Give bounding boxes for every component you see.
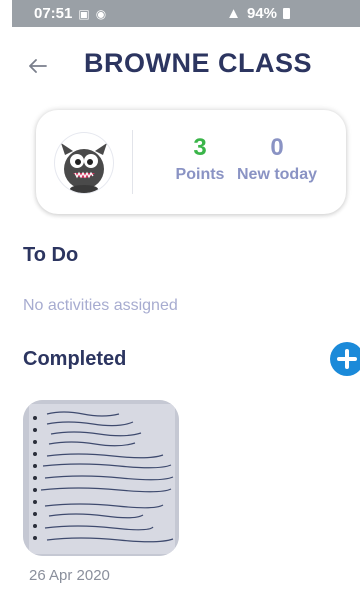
new-today-stat: 0 New today xyxy=(228,134,326,184)
new-today-value: 0 xyxy=(270,134,284,161)
completed-item-date: 26 Apr 2020 xyxy=(29,567,110,584)
status-bar: 07:51 ▣ ◉ ▲ 94% xyxy=(12,0,360,27)
gallery-icon: ▣ xyxy=(78,6,90,21)
page-title: BROWNE CLASS xyxy=(84,48,312,78)
new-today-label: New today xyxy=(236,166,317,183)
add-button[interactable] xyxy=(330,342,360,376)
notification-icon: ◉ xyxy=(95,6,107,21)
completed-heading: Completed xyxy=(23,348,127,370)
completed-activity-thumbnail[interactable] xyxy=(23,400,179,556)
student-summary-card: 3 Points 0 New today xyxy=(36,110,346,214)
battery-icon xyxy=(283,8,290,19)
battery-level: 94% xyxy=(246,5,277,22)
status-time: 07:51 xyxy=(34,5,73,22)
todo-heading: To Do xyxy=(23,244,79,266)
card-divider xyxy=(132,130,133,194)
back-arrow-icon[interactable] xyxy=(26,54,50,78)
todo-empty-text: No activities assigned xyxy=(23,297,178,314)
avatar[interactable] xyxy=(54,132,114,194)
signal-icon: ▲ xyxy=(226,5,241,22)
